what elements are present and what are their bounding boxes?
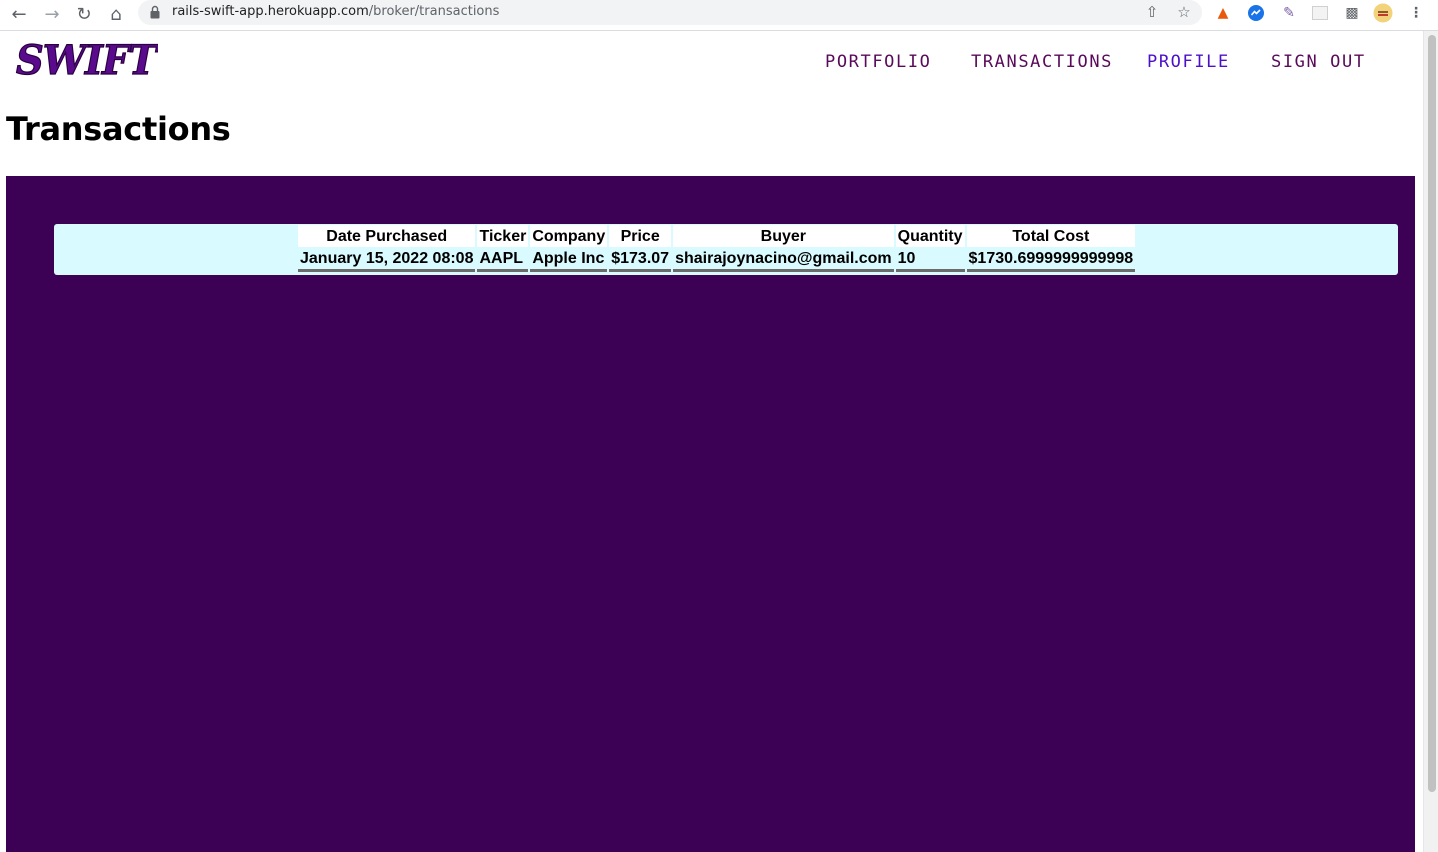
- col-buyer: Buyer: [673, 225, 894, 247]
- address-bar[interactable]: rails-swift-app.herokuapp.com/broker/tra…: [138, 0, 1202, 25]
- table-row: January 15, 2022 08:08 AAPL Apple Inc $1…: [298, 248, 1136, 272]
- col-total-cost: Total Cost: [966, 225, 1136, 247]
- col-ticker: Ticker: [477, 225, 529, 247]
- menu-kebab-icon[interactable]: ⋮: [1406, 3, 1426, 23]
- url-host: rails-swift-app.herokuapp.com: [172, 4, 369, 19]
- cell-price: $173.07: [609, 248, 672, 272]
- col-date-purchased: Date Purchased: [298, 225, 476, 247]
- home-icon[interactable]: ⌂: [104, 2, 128, 26]
- swift-logo[interactable]: SWIFT: [14, 40, 158, 80]
- col-company: Company: [530, 225, 608, 247]
- nav-transactions[interactable]: TRANSACTIONS: [971, 52, 1113, 72]
- share-icon[interactable]: ⇧: [1142, 2, 1162, 22]
- cell-buyer: shairajoynacino@gmail.com: [673, 248, 894, 272]
- cell-quantity: 10: [895, 248, 965, 272]
- blank-extension-icon[interactable]: [1310, 3, 1330, 23]
- lock-icon: [150, 5, 160, 19]
- url-text: rails-swift-app.herokuapp.com/broker/tra…: [172, 4, 499, 19]
- main-panel: Date Purchased Ticker Company Price Buye…: [6, 176, 1415, 852]
- page-scrollbar[interactable]: [1423, 31, 1438, 852]
- nav-profile[interactable]: PROFILE: [1147, 52, 1230, 72]
- cell-date-purchased: January 15, 2022 08:08: [298, 248, 476, 272]
- cell-company: Apple Inc: [530, 248, 608, 272]
- transactions-table: Date Purchased Ticker Company Price Buye…: [296, 224, 1137, 273]
- forward-arrow-icon[interactable]: →: [40, 2, 64, 26]
- transactions-table-container: Date Purchased Ticker Company Price Buye…: [54, 224, 1398, 275]
- nav-portfolio[interactable]: PORTFOLIO: [825, 52, 932, 72]
- logo-text: SWIFT: [16, 40, 158, 80]
- eyedropper-extension-icon[interactable]: ✎: [1279, 3, 1299, 23]
- page-title: Transactions: [6, 110, 231, 148]
- back-arrow-icon[interactable]: ←: [7, 2, 31, 26]
- browser-toolbar: ← → ↻ ⌂ rails-swift-app.herokuapp.com/br…: [0, 0, 1438, 31]
- messenger-extension-icon[interactable]: [1246, 3, 1266, 23]
- col-quantity: Quantity: [895, 225, 965, 247]
- table-header-row: Date Purchased Ticker Company Price Buye…: [298, 225, 1136, 247]
- reload-icon[interactable]: ↻: [72, 2, 96, 26]
- cell-total-cost: $1730.6999999999998: [966, 248, 1136, 272]
- col-price: Price: [609, 225, 672, 247]
- scroll-thumb[interactable]: [1428, 35, 1436, 792]
- megaphone-extension-icon[interactable]: ▲: [1213, 3, 1233, 23]
- nav-sign-out[interactable]: SIGN OUT: [1271, 52, 1366, 72]
- url-path: /broker/transactions: [368, 4, 500, 19]
- profile-avatar-icon[interactable]: [1373, 3, 1393, 23]
- puzzle-extensions-icon[interactable]: ▩: [1342, 3, 1362, 23]
- cell-ticker: AAPL: [477, 248, 529, 272]
- star-icon[interactable]: ☆: [1174, 2, 1194, 22]
